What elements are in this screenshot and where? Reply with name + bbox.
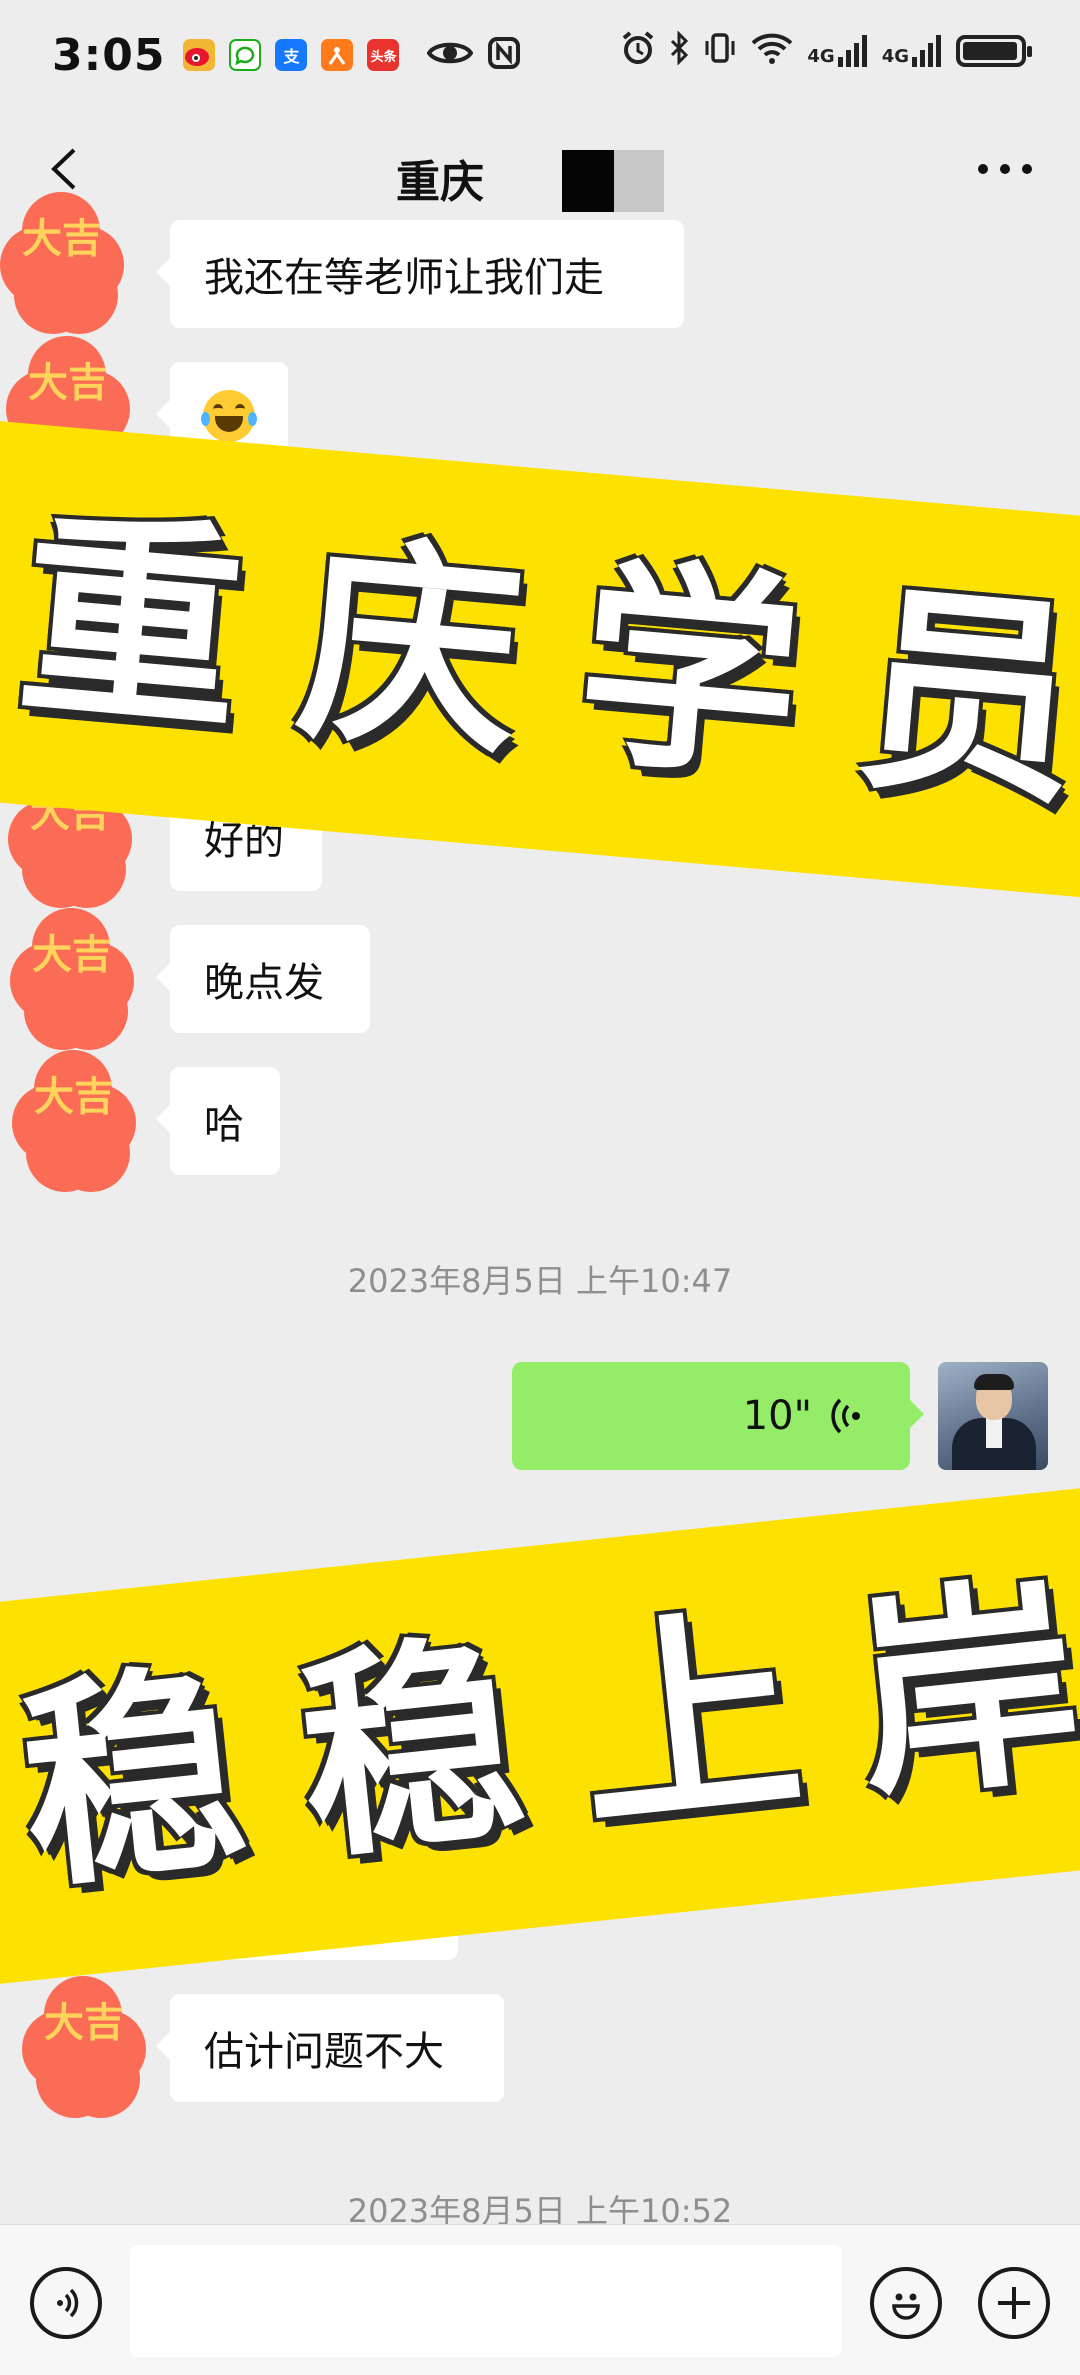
signal-icon: 4G [807,35,867,67]
eye-icon [427,38,474,72]
alipay-icon: 支 [275,39,308,71]
system-status: 4G 4G [621,30,1032,72]
redaction-block [614,150,664,212]
bluetooth-icon [669,30,689,71]
wifi-icon [751,31,793,71]
chat-header: 重庆 [0,110,1080,230]
good-luck-stamp: 大吉 [10,908,134,1050]
voice-input-icon[interactable] [30,2267,102,2339]
network-type-label: 4G [881,46,909,67]
message-input[interactable] [130,2245,842,2357]
timestamp: 2023年8月5日 上午10:47 [347,1262,733,1300]
signal-icon: 4G [882,35,942,67]
message-text: 哈 [204,1102,244,1148]
clock: 3:05 [52,29,166,81]
message-bubble[interactable]: 晚点发 [156,925,370,1033]
promo-banner-top: 重 庆 学 员 [0,417,1080,903]
banner-char: 重 [10,484,253,762]
banner-char: 学 [568,533,811,811]
banner-char: 庆 [289,508,532,786]
plus-icon[interactable] [978,2267,1050,2339]
banner-char: 上 [566,1579,813,1861]
nfc-icon [487,36,521,74]
chat-input-bar [0,2224,1080,2375]
stamp-text: 大吉 [32,931,112,978]
smiley-icon[interactable] [870,2267,942,2339]
banner-char: 岸 [844,1550,1080,1831]
status-bar: 3:05 支 头条 4G 4G [0,0,1080,110]
banner-char: 员 [847,557,1080,835]
promo-banner-bottom: 稳 稳 上 岸 [0,1482,1080,1988]
stamp-text: 大吉 [44,1999,124,2046]
avatar[interactable] [938,1362,1048,1470]
message-bubble[interactable]: 我还在等老师让我们走 [156,220,684,328]
good-luck-stamp: 大吉 [22,1976,146,2118]
laughing-tears-emoji [201,390,257,442]
stamp-text: 大吉 [34,1073,114,1120]
battery-icon [956,35,1032,67]
message-icon [229,39,262,71]
message-text: 晚点发 [204,960,324,1006]
chat-title: 重庆 [396,157,484,208]
message-text: 我还在等老师让我们走 [204,255,604,301]
weibo-icon [183,39,216,71]
message-bubble[interactable]: 估计问题不大 [156,1994,504,2102]
banner-char: 稳 [287,1608,534,1890]
app-icon [321,39,354,71]
message-bubble[interactable]: 哈 [156,1067,280,1175]
stamp-text: 大吉 [28,359,108,406]
good-luck-stamp: 大吉 [0,192,124,334]
good-luck-stamp: 大吉 [12,1050,136,1192]
network-type-label: 4G [807,46,835,67]
voice-message-bubble[interactable]: 10" [512,1362,924,1470]
redaction-block [562,150,614,212]
vibrate-icon [703,31,737,71]
more-icon[interactable] [978,164,1032,174]
toutiao-icon: 头条 [367,39,400,71]
voice-wave-icon [828,1396,862,1436]
banner-char: 稳 [9,1638,256,1919]
chevron-left-icon[interactable] [40,144,90,194]
alarm-icon [621,30,655,72]
message-text: 估计问题不大 [204,2029,444,2075]
stamp-text: 大吉 [22,215,102,262]
voice-duration: 10" [742,1393,812,1439]
